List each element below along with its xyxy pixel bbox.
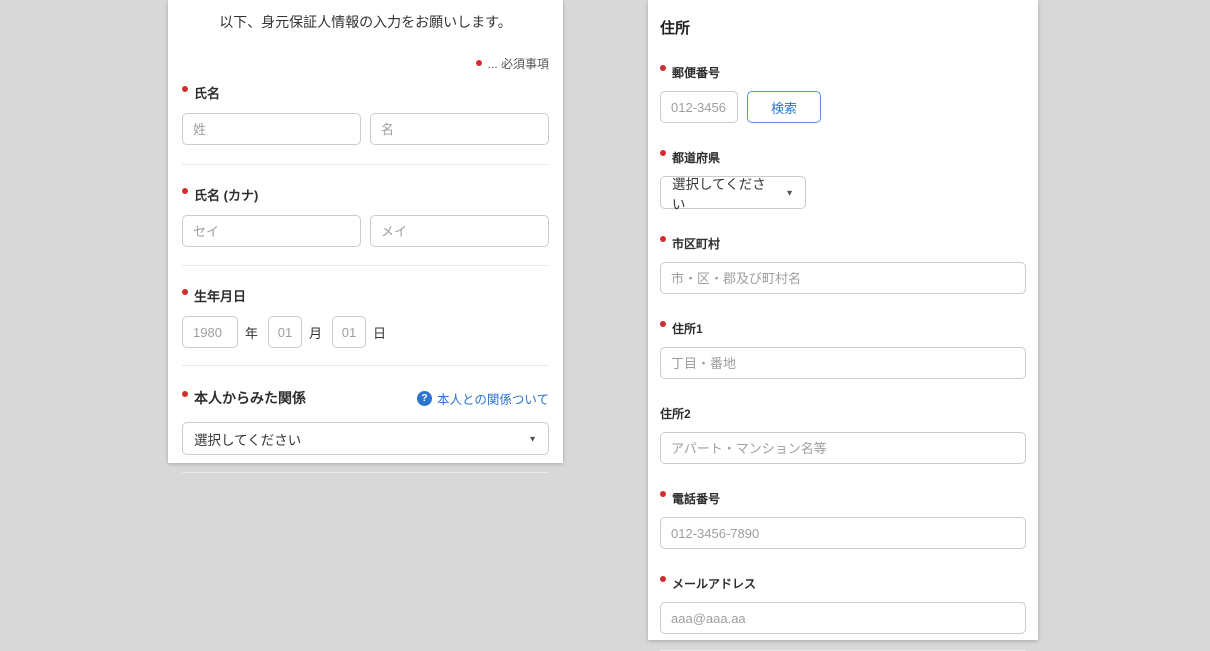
city-field: 市区町村 bbox=[660, 235, 1026, 294]
form-intro-text: 以下、身元保証人情報の入力をお願いします。 bbox=[182, 0, 549, 32]
last-name-kana-input[interactable] bbox=[182, 215, 361, 247]
required-dot-icon bbox=[660, 150, 666, 156]
relationship-header-row: 本人からみた関係 ? 本人との関係ついて bbox=[182, 388, 549, 408]
required-dot-icon bbox=[660, 236, 666, 242]
postal-search-button[interactable]: 検索 bbox=[747, 91, 821, 123]
relationship-section: 本人からみた関係 ? 本人との関係ついて 選択してください ▼ bbox=[182, 388, 549, 473]
name-kana-section: 氏名 (カナ) bbox=[182, 185, 549, 266]
postal-code-label: 郵便番号 bbox=[660, 64, 1026, 81]
required-dot-icon bbox=[660, 576, 666, 582]
postal-code-input[interactable] bbox=[660, 91, 738, 123]
name-kana-input-row bbox=[182, 215, 549, 247]
email-input[interactable] bbox=[660, 602, 1026, 634]
required-dot-icon bbox=[476, 60, 482, 66]
day-unit-label: 日 bbox=[373, 323, 386, 342]
phone-label: 電話番号 bbox=[660, 490, 1026, 507]
relationship-label: 本人からみた関係 bbox=[182, 388, 306, 408]
chevron-down-icon: ▼ bbox=[528, 434, 537, 443]
name-kana-label: 氏名 (カナ) bbox=[182, 185, 549, 204]
required-dot-icon bbox=[660, 321, 666, 327]
required-dot-icon bbox=[660, 65, 666, 71]
birth-year-input[interactable] bbox=[182, 316, 238, 348]
chevron-down-icon: ▼ bbox=[785, 188, 794, 197]
address1-field: 住所1 bbox=[660, 320, 1026, 379]
address2-label: 住所2 bbox=[660, 405, 1026, 422]
question-mark-icon: ? bbox=[417, 391, 432, 406]
birth-month-input[interactable] bbox=[268, 316, 302, 348]
prefecture-select-value: 選択してください bbox=[672, 173, 777, 213]
address1-input[interactable] bbox=[660, 347, 1026, 379]
year-unit-label: 年 bbox=[245, 323, 258, 342]
last-name-input[interactable] bbox=[182, 113, 361, 145]
address-form-panel: 住所 郵便番号 検索 都道府県 選択してください ▼ 市区町村 住所1 住所 bbox=[648, 0, 1038, 640]
birthdate-input-row: 年 月 日 bbox=[182, 316, 549, 348]
required-dot-icon bbox=[182, 289, 188, 295]
name-input-row bbox=[182, 113, 549, 145]
required-note: ... 必須事項 bbox=[182, 55, 549, 72]
relationship-select-value: 選択してください bbox=[194, 429, 301, 449]
required-dot-icon bbox=[182, 391, 188, 397]
month-unit-label: 月 bbox=[309, 323, 322, 342]
required-dot-icon bbox=[660, 491, 666, 497]
address1-label: 住所1 bbox=[660, 320, 1026, 337]
city-input[interactable] bbox=[660, 262, 1026, 294]
prefecture-field: 都道府県 選択してください ▼ bbox=[660, 149, 1026, 209]
address2-field: 住所2 bbox=[660, 405, 1026, 464]
name-section: 氏名 bbox=[182, 83, 549, 165]
postal-code-row: 検索 bbox=[660, 91, 1026, 123]
phone-field: 電話番号 bbox=[660, 490, 1026, 549]
required-dot-icon bbox=[182, 188, 188, 194]
address2-input[interactable] bbox=[660, 432, 1026, 464]
postal-code-field: 郵便番号 検索 bbox=[660, 64, 1026, 123]
prefecture-label: 都道府県 bbox=[660, 149, 1026, 166]
first-name-kana-input[interactable] bbox=[370, 215, 549, 247]
email-field: メールアドレス bbox=[660, 575, 1026, 634]
first-name-input[interactable] bbox=[370, 113, 549, 145]
guarantor-form-panel: 以下、身元保証人情報の入力をお願いします。 ... 必須事項 氏名 氏名 (カナ… bbox=[168, 0, 563, 463]
required-note-text: ... 必須事項 bbox=[488, 57, 549, 71]
relationship-help-link[interactable]: ? 本人との関係ついて bbox=[417, 389, 549, 408]
email-label: メールアドレス bbox=[660, 575, 1026, 592]
birth-day-input[interactable] bbox=[332, 316, 366, 348]
relationship-select[interactable]: 選択してください ▼ bbox=[182, 422, 549, 455]
required-dot-icon bbox=[182, 86, 188, 92]
prefecture-select[interactable]: 選択してください ▼ bbox=[660, 176, 806, 209]
birthdate-section: 生年月日 年 月 日 bbox=[182, 286, 549, 366]
city-label: 市区町村 bbox=[660, 235, 1026, 252]
phone-input[interactable] bbox=[660, 517, 1026, 549]
birthdate-label: 生年月日 bbox=[182, 286, 549, 305]
relationship-help-link-label: 本人との関係ついて bbox=[437, 389, 549, 408]
name-label: 氏名 bbox=[182, 83, 549, 102]
address-section-heading: 住所 bbox=[660, 17, 1026, 38]
